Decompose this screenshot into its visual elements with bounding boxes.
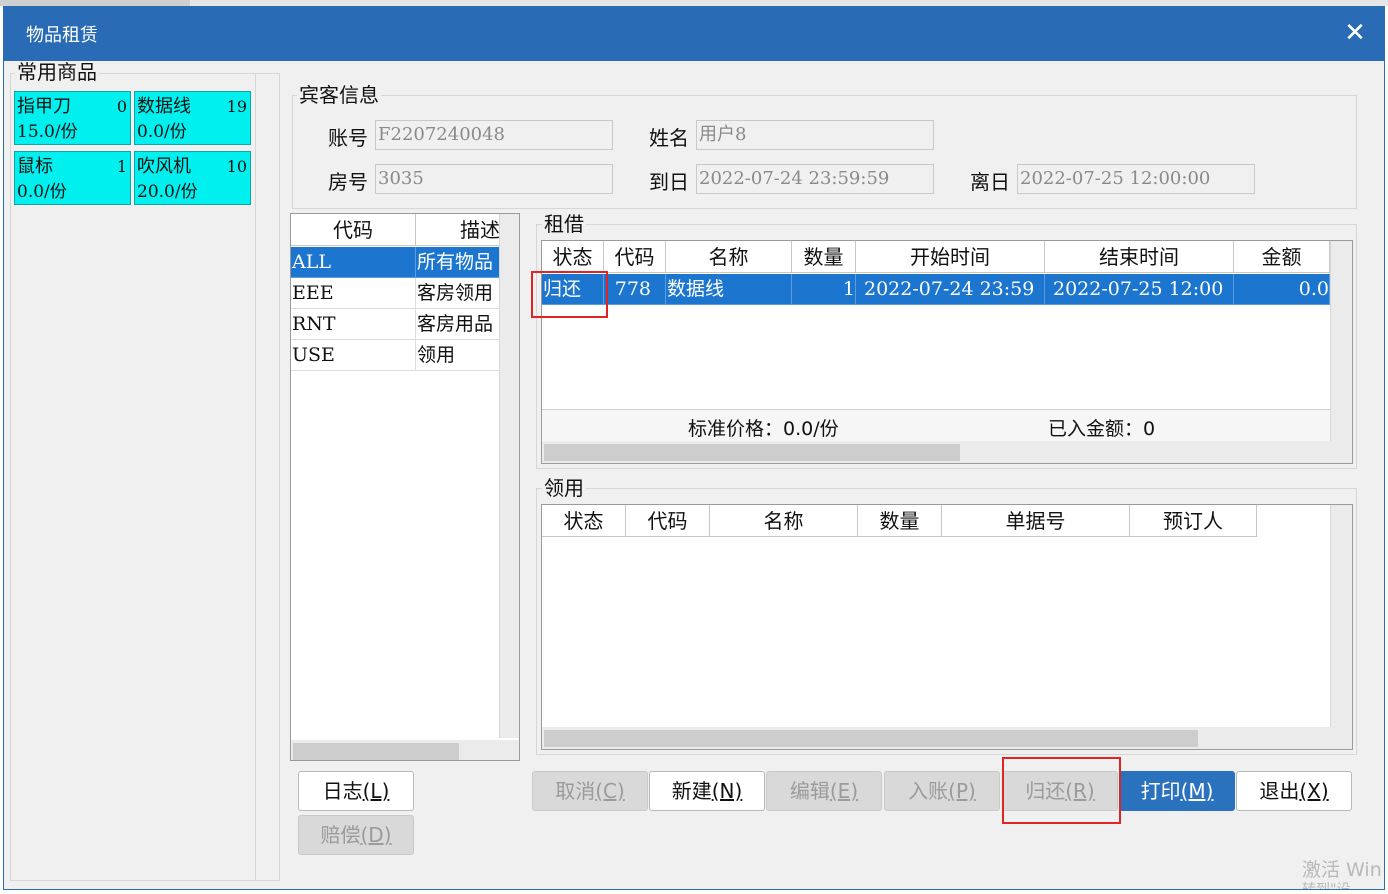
activation-watermark-sub: 转到"设置"以 bbox=[1302, 879, 1384, 889]
arrival-label: 到日 bbox=[649, 170, 689, 194]
arrival-field[interactable]: 2022-07-24 23:59:59 bbox=[696, 164, 934, 194]
cancel-button[interactable]: 取消(C) bbox=[532, 771, 648, 811]
window-title: 物品租赁 bbox=[26, 25, 98, 46]
item-price: 20.0/份 bbox=[137, 182, 198, 202]
rental-name: 数据线 bbox=[666, 274, 792, 305]
room-label: 房号 bbox=[328, 170, 368, 194]
item-name: 鼠标 bbox=[17, 156, 53, 177]
usage-header-doc-no[interactable]: 单据号 bbox=[942, 505, 1130, 537]
edit-button[interactable]: 编辑(E) bbox=[766, 771, 882, 811]
usage-table: 状态 代码 名称 数量 单据号 预订人 bbox=[541, 504, 1353, 750]
activation-watermark: 激活 Win bbox=[1302, 859, 1382, 881]
category-header-desc[interactable]: 描述 bbox=[416, 214, 501, 246]
name-label: 姓名 bbox=[649, 126, 689, 150]
usage-vertical-scrollbar[interactable] bbox=[1330, 505, 1352, 727]
account-label: 账号 bbox=[328, 126, 368, 150]
rental-summary-bar: 标准价格：0.0/份 已入金额：0 bbox=[542, 409, 1330, 441]
standard-price: 标准价格：0.0/份 bbox=[688, 418, 839, 440]
rental-table: 状态 代码 名称 数量 开始时间 结束时间 金额 归还 778 数据线 1 20… bbox=[541, 240, 1353, 464]
print-button[interactable]: 打印(M) bbox=[1119, 771, 1235, 811]
return-status-highlight bbox=[531, 271, 608, 318]
usage-header-booker[interactable]: 预订人 bbox=[1130, 505, 1257, 537]
guest-info-legend: 宾客信息 bbox=[297, 83, 381, 107]
title-bar: 物品租赁 ✕ bbox=[4, 7, 1384, 61]
rental-dialog: 物品租赁 ✕ 常用商品 指甲刀 0 15.0/份 数据线 19 0.0/份 鼠标… bbox=[3, 6, 1385, 890]
category-desc: 客房领用 bbox=[416, 278, 501, 309]
category-table: 代码 描述 ALL 所有物品 EEE 客房领用 RNT 客房用品 USE 领用 bbox=[290, 213, 520, 761]
item-name: 指甲刀 bbox=[17, 96, 71, 117]
room-field[interactable]: 3035 bbox=[375, 164, 613, 194]
rental-header-amount[interactable]: 金额 bbox=[1234, 241, 1330, 273]
category-code: EEE bbox=[291, 278, 416, 309]
rental-end: 2022-07-25 12:00 bbox=[1045, 274, 1234, 305]
category-desc: 客房用品 bbox=[416, 309, 501, 340]
rental-header-end[interactable]: 结束时间 bbox=[1045, 241, 1234, 273]
post-button[interactable]: 入账(P) bbox=[884, 771, 1000, 811]
departure-label: 离日 bbox=[970, 170, 1010, 194]
favorite-item-hair-dryer[interactable]: 吹风机 10 20.0/份 bbox=[134, 151, 251, 205]
close-icon[interactable]: ✕ bbox=[1340, 16, 1370, 50]
account-field[interactable]: F2207240048 bbox=[375, 120, 613, 150]
log-button[interactable]: 日志(L) bbox=[298, 771, 414, 811]
rental-start: 2022-07-24 23:59 bbox=[856, 274, 1045, 305]
rental-header-qty[interactable]: 数量 bbox=[792, 241, 856, 273]
exit-button[interactable]: 退出(X) bbox=[1236, 771, 1352, 811]
favorite-item-mouse[interactable]: 鼠标 1 0.0/份 bbox=[14, 151, 131, 205]
rental-code: 778 bbox=[604, 274, 666, 305]
return-button-highlight bbox=[1002, 757, 1121, 824]
rental-legend: 租借 bbox=[542, 212, 586, 236]
item-count: 19 bbox=[226, 97, 247, 116]
usage-header-qty[interactable]: 数量 bbox=[858, 505, 942, 537]
item-count: 1 bbox=[116, 157, 127, 176]
category-horizontal-scrollbar[interactable] bbox=[291, 740, 519, 760]
rental-header-status[interactable]: 状态 bbox=[542, 241, 604, 273]
name-field[interactable]: 用户8 bbox=[696, 120, 934, 150]
category-desc: 领用 bbox=[416, 340, 501, 371]
usage-horizontal-scrollbar[interactable] bbox=[542, 727, 1352, 749]
departure-field[interactable]: 2022-07-25 12:00:00 bbox=[1017, 164, 1255, 194]
rental-qty: 1 bbox=[792, 274, 856, 305]
rental-header-start[interactable]: 开始时间 bbox=[856, 241, 1045, 273]
new-button[interactable]: 新建(N) bbox=[649, 771, 765, 811]
usage-header-status[interactable]: 状态 bbox=[542, 505, 626, 537]
category-code: USE bbox=[291, 340, 416, 371]
item-count: 0 bbox=[116, 97, 127, 116]
category-code: ALL bbox=[291, 247, 416, 278]
rental-horizontal-scrollbar[interactable] bbox=[542, 441, 1352, 463]
favorite-item-data-cable[interactable]: 数据线 19 0.0/份 bbox=[134, 91, 251, 145]
rental-header-code[interactable]: 代码 bbox=[604, 241, 666, 273]
usage-header-name[interactable]: 名称 bbox=[710, 505, 858, 537]
rental-vertical-scrollbar[interactable] bbox=[1330, 241, 1352, 441]
compensate-button[interactable]: 赔偿(D) bbox=[298, 815, 414, 855]
usage-legend: 领用 bbox=[542, 476, 586, 500]
favorites-legend: 常用商品 bbox=[15, 60, 99, 84]
category-header-code[interactable]: 代码 bbox=[291, 214, 416, 246]
item-price: 15.0/份 bbox=[17, 122, 78, 142]
item-price: 0.0/份 bbox=[17, 182, 67, 202]
category-code: RNT bbox=[291, 309, 416, 340]
category-desc: 所有物品 bbox=[416, 247, 501, 278]
usage-header-code[interactable]: 代码 bbox=[626, 505, 710, 537]
item-name: 数据线 bbox=[137, 96, 191, 117]
item-name: 吹风机 bbox=[137, 156, 191, 177]
posted-amount: 已入金额：0 bbox=[1048, 418, 1156, 440]
favorite-item-nail-clipper[interactable]: 指甲刀 0 15.0/份 bbox=[14, 91, 131, 145]
category-vertical-scrollbar[interactable] bbox=[499, 214, 519, 738]
rental-amount: 0.0 bbox=[1234, 274, 1330, 305]
item-count: 10 bbox=[226, 157, 247, 176]
rental-header-name[interactable]: 名称 bbox=[666, 241, 792, 273]
item-price: 0.0/份 bbox=[137, 122, 187, 142]
